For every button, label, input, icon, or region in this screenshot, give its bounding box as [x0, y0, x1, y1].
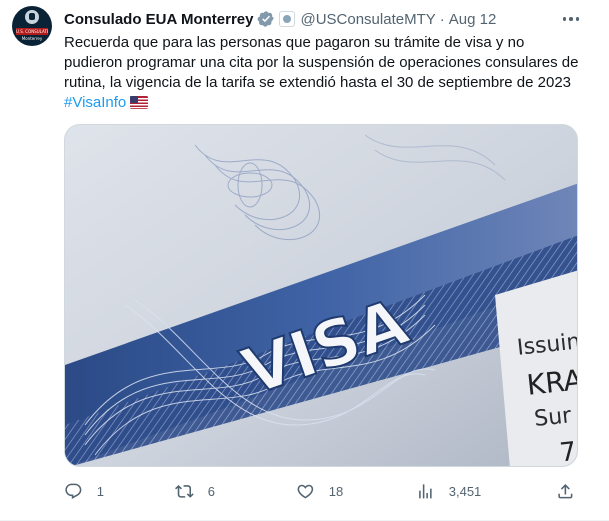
tweet-date[interactable]: Aug 12 [449, 11, 497, 28]
more-options-icon[interactable] [561, 10, 581, 28]
issuing-line-3: Sur [533, 403, 573, 432]
reply-icon [65, 483, 82, 499]
heart-icon [297, 484, 314, 499]
tweet[interactable]: U.S. CONSULATE Monterrey Consulado EUA M… [0, 0, 609, 521]
avatar-band-text: U.S. CONSULATE [16, 28, 48, 35]
more-dot [562, 17, 567, 21]
tweet-actions: 1 6 18 3,451 [64, 480, 584, 502]
like-count: 18 [328, 483, 344, 499]
tweet-text: Recuerda que para las personas que pagar… [64, 33, 584, 113]
retweet-button[interactable]: 6 [175, 480, 215, 502]
tweet-header: Consulado EUA Monterrey @USConsulateMTY … [64, 9, 496, 29]
reply-count: 1 [96, 483, 104, 499]
avatar-sub-text: Monterrey [21, 36, 43, 41]
issuing-line-2: KRA [525, 363, 578, 402]
like-button[interactable]: 18 [296, 480, 343, 502]
author-name[interactable]: Consulado EUA Monterrey [64, 11, 253, 28]
issuing-line-4: 7 [558, 437, 578, 467]
more-dot [575, 17, 580, 21]
hashtag-link[interactable]: #VisaInfo [64, 94, 126, 111]
verified-badge-icon[interactable] [257, 10, 275, 28]
reply-button[interactable]: 1 [64, 480, 104, 502]
seal-icon [25, 10, 39, 24]
us-flag-emoji [130, 96, 149, 109]
avatar[interactable]: U.S. CONSULATE Monterrey [12, 6, 52, 46]
tweet-image[interactable]: VISA Issuin KRA Sur 7 [64, 124, 578, 467]
views-chart-icon [419, 483, 432, 499]
share-button[interactable] [556, 480, 575, 502]
government-seal-icon[interactable] [279, 11, 296, 27]
views-button[interactable]: 3,451 [416, 480, 481, 502]
separator-dot: · [439, 10, 445, 28]
share-icon [558, 483, 573, 499]
more-dot [569, 17, 573, 21]
tweet-body: Recuerda que para las personas que pagar… [64, 34, 579, 91]
retweet-icon [175, 484, 194, 498]
author-handle[interactable]: @USConsulateMTY [300, 11, 435, 28]
visa-photo: VISA Issuin KRA Sur 7 [65, 125, 578, 467]
views-count: 3,451 [448, 483, 482, 499]
retweet-count: 6 [207, 483, 215, 499]
